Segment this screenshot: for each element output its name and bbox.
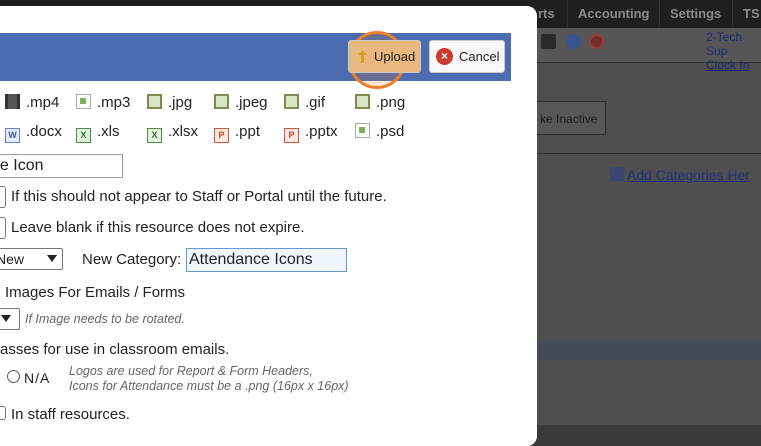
clock-in-link[interactable]: Clock In: [706, 58, 761, 72]
add-categories-label: Add Categories Her: [627, 167, 750, 183]
pencil-icon: [610, 167, 624, 181]
upload-modal: Upload × Cancel .mp4 .mp3 .jpg .jpeg .gi…: [0, 6, 537, 446]
chevron-down-icon: [1, 315, 11, 322]
file-type-png: .png: [355, 94, 405, 111]
images-for-emails-label: Images For Emails / Forms: [5, 284, 186, 301]
user-name: 2-Tech Sup: [706, 30, 743, 58]
upload-button[interactable]: Upload: [348, 40, 421, 73]
file-type-pptx: P .pptx: [284, 123, 338, 143]
cancel-button[interactable]: × Cancel: [429, 40, 505, 73]
powerpoint-icon: P: [214, 128, 229, 143]
image-file-icon: [355, 94, 370, 109]
file-type-mp3: .mp3: [76, 94, 130, 111]
staff-resources-checkbox[interactable]: [0, 406, 6, 420]
resource-name-input[interactable]: nce Icon: [0, 154, 123, 178]
logos-note-1: Logos are used for Report & Form Headers…: [69, 364, 313, 378]
category-select[interactable]: New: [0, 248, 63, 270]
nav-separator: [659, 0, 660, 28]
new-category-input[interactable]: Attendance Icons: [186, 248, 347, 272]
file-type-xlsx: X .xlsx: [147, 123, 198, 143]
excel-icon: X: [147, 128, 162, 143]
divider: [536, 62, 761, 63]
video-file-icon: [5, 94, 20, 109]
nav-item-accounting[interactable]: Accounting: [578, 6, 650, 21]
expire-note: Leave blank if this resource does not ex…: [11, 219, 305, 236]
nav-item-settings[interactable]: Settings: [670, 6, 721, 21]
nav-separator: [732, 0, 733, 28]
add-categories-link[interactable]: Add Categories Her: [610, 167, 750, 183]
make-inactive-button[interactable]: ke Inactive: [536, 101, 606, 135]
help-icon[interactable]: [566, 34, 581, 49]
file-type-mp4: .mp4: [5, 94, 59, 111]
future-note: If this should not appear to Staff or Po…: [11, 188, 387, 205]
chevron-down-icon: [47, 255, 57, 262]
toolbar-tool-icon[interactable]: [541, 34, 556, 49]
na-label: N/A: [24, 370, 51, 386]
category-select-value: New: [0, 251, 25, 267]
staff-resources-label: In staff resources.: [11, 406, 130, 423]
nav-item-reports[interactable]: rts: [538, 6, 555, 21]
power-icon[interactable]: [589, 34, 604, 49]
upload-label: Upload: [374, 49, 416, 64]
logos-note-2: Icons for Attendance must be a .png (16p…: [69, 379, 349, 393]
na-radio[interactable]: [7, 370, 20, 383]
nav-separator: [567, 0, 568, 28]
word-doc-icon: W: [5, 128, 20, 143]
divider: [536, 153, 761, 154]
cancel-label: Cancel: [459, 49, 500, 64]
background-page: [536, 28, 761, 425]
future-date-input[interactable]: [0, 186, 6, 208]
user-info: 2-Tech Sup Clock In: [706, 30, 761, 72]
image-file-icon: [147, 94, 162, 109]
image-file-icon: [214, 94, 229, 109]
rotate-select[interactable]: [0, 308, 20, 330]
powerpoint-icon: P: [284, 128, 299, 143]
rotate-note: If Image needs to be rotated.: [25, 312, 185, 326]
file-type-psd: .psd: [355, 123, 404, 140]
file-type-jpg: .jpg: [147, 94, 192, 111]
nav-item-ts[interactable]: TS: [743, 6, 760, 21]
section-band: [536, 340, 761, 360]
file-type-gif: .gif: [284, 94, 325, 111]
new-category-label: New Category:: [82, 251, 182, 268]
upload-arrow-icon: [358, 50, 367, 63]
image-file-icon: [284, 94, 299, 109]
excel-icon: X: [76, 128, 91, 143]
expire-date-input[interactable]: [0, 217, 6, 239]
close-icon: ×: [436, 48, 453, 65]
broken-image-icon: [76, 94, 91, 109]
file-type-ppt: P .ppt: [214, 123, 260, 143]
classes-text: asses for use in classroom emails.: [0, 341, 230, 358]
file-type-docx: W .docx: [5, 123, 62, 143]
broken-image-icon: [355, 123, 370, 138]
file-type-jpeg: .jpeg: [214, 94, 268, 111]
file-type-xls: X .xls: [76, 123, 120, 143]
